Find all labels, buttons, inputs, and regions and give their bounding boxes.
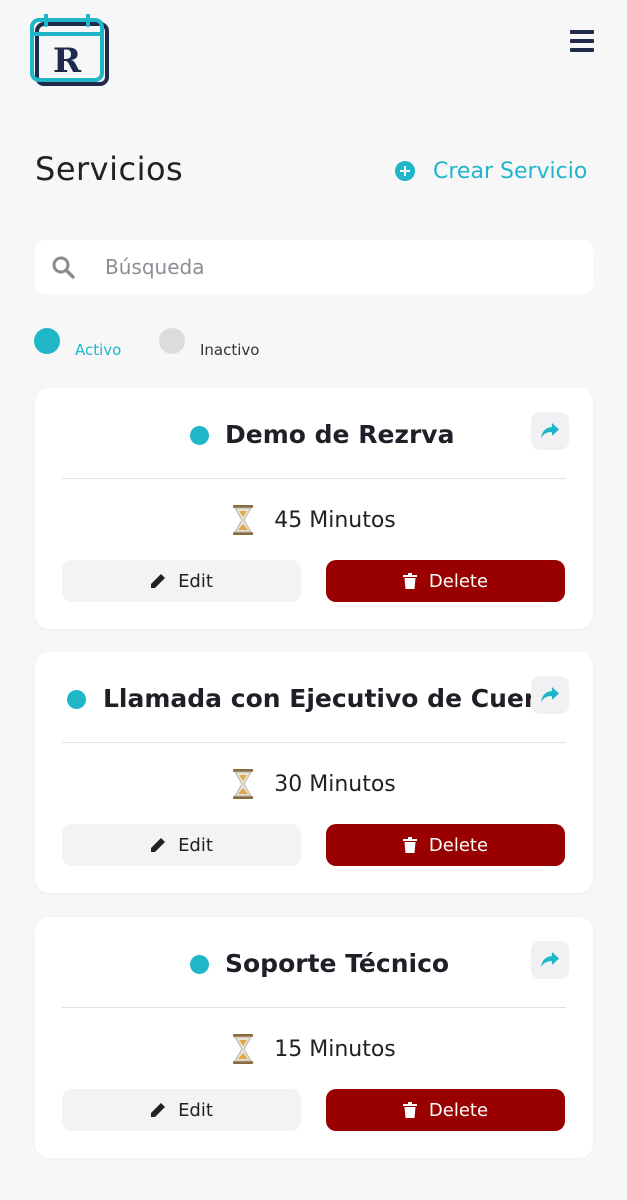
app-header: R — [0, 0, 627, 110]
pencil-icon — [151, 574, 166, 588]
status-dot-icon — [190, 955, 209, 974]
service-duration: 15 Minutos — [35, 1032, 593, 1066]
share-arrow-icon — [541, 687, 559, 702]
edit-label: Edit — [178, 1099, 213, 1121]
delete-label: Delete — [428, 834, 489, 856]
pencil-icon — [151, 838, 166, 852]
delete-button[interactable]: Delete — [326, 1089, 565, 1131]
service-duration: 45 Minutos — [35, 503, 593, 537]
share-button[interactable] — [531, 412, 569, 450]
hourglass-icon — [233, 769, 254, 799]
hourglass-icon — [233, 1034, 254, 1064]
service-name: Demo de Rezrva — [225, 420, 455, 449]
delete-button[interactable]: Delete — [326, 824, 565, 866]
service-card: Demo de Rezrva 45 Minutos Edit Delete — [35, 388, 593, 629]
filter-inactive-label: Inactivo — [200, 341, 260, 359]
edit-button[interactable]: Edit — [62, 1089, 301, 1131]
service-title-row: Demo de Rezrva — [35, 418, 593, 452]
service-name: Llamada con Ejecutivo de Cuenta — [103, 684, 571, 713]
trash-icon — [402, 1102, 417, 1118]
create-service-button[interactable]: Crear Servicio — [395, 154, 587, 188]
search-input[interactable] — [105, 240, 575, 294]
duration-text: 30 Minutos — [274, 771, 396, 797]
delete-label: Delete — [428, 570, 489, 592]
delete-label: Delete — [428, 1099, 489, 1121]
inactive-dot-icon — [159, 328, 185, 354]
service-card: Soporte Técnico 15 Minutos Edit Delete — [35, 917, 593, 1158]
hourglass-icon — [233, 505, 254, 535]
share-button[interactable] — [531, 676, 569, 714]
search-bar — [35, 240, 593, 294]
status-dot-icon — [190, 426, 209, 445]
create-service-label: Crear Servicio — [433, 158, 588, 184]
service-name: Soporte Técnico — [225, 949, 450, 978]
page-title: Servicios — [35, 150, 184, 188]
pencil-icon — [151, 1103, 166, 1117]
edit-button[interactable]: Edit — [62, 560, 301, 602]
service-title-row: Soporte Técnico — [35, 947, 593, 981]
logo-letter: R — [53, 41, 82, 81]
service-duration: 30 Minutos — [35, 767, 593, 801]
active-dot-icon — [34, 328, 60, 354]
card-divider — [62, 478, 566, 479]
service-title-row: Llamada con Ejecutivo de Cuenta — [35, 682, 593, 716]
filter-active-label: Activo — [75, 341, 122, 359]
card-divider — [62, 742, 566, 743]
service-card: Llamada con Ejecutivo de Cuenta 30 Minut… — [35, 652, 593, 893]
share-arrow-icon — [541, 423, 559, 438]
plus-circle-icon — [395, 161, 415, 181]
delete-button[interactable]: Delete — [326, 560, 565, 602]
search-icon — [52, 256, 75, 279]
edit-label: Edit — [178, 570, 213, 592]
share-button[interactable] — [531, 941, 569, 979]
filter-active[interactable]: Activo — [34, 328, 121, 359]
calendar-logo-icon[interactable]: R — [30, 14, 110, 88]
edit-button[interactable]: Edit — [62, 824, 301, 866]
duration-text: 45 Minutos — [274, 507, 396, 533]
filter-inactive[interactable]: Inactivo — [159, 328, 259, 359]
duration-text: 15 Minutos — [274, 1036, 396, 1062]
share-arrow-icon — [541, 952, 559, 967]
hamburger-icon[interactable] — [568, 30, 598, 60]
card-divider — [62, 1007, 566, 1008]
trash-icon — [402, 573, 417, 589]
status-dot-icon — [67, 690, 86, 709]
edit-label: Edit — [178, 834, 213, 856]
trash-icon — [402, 837, 417, 853]
